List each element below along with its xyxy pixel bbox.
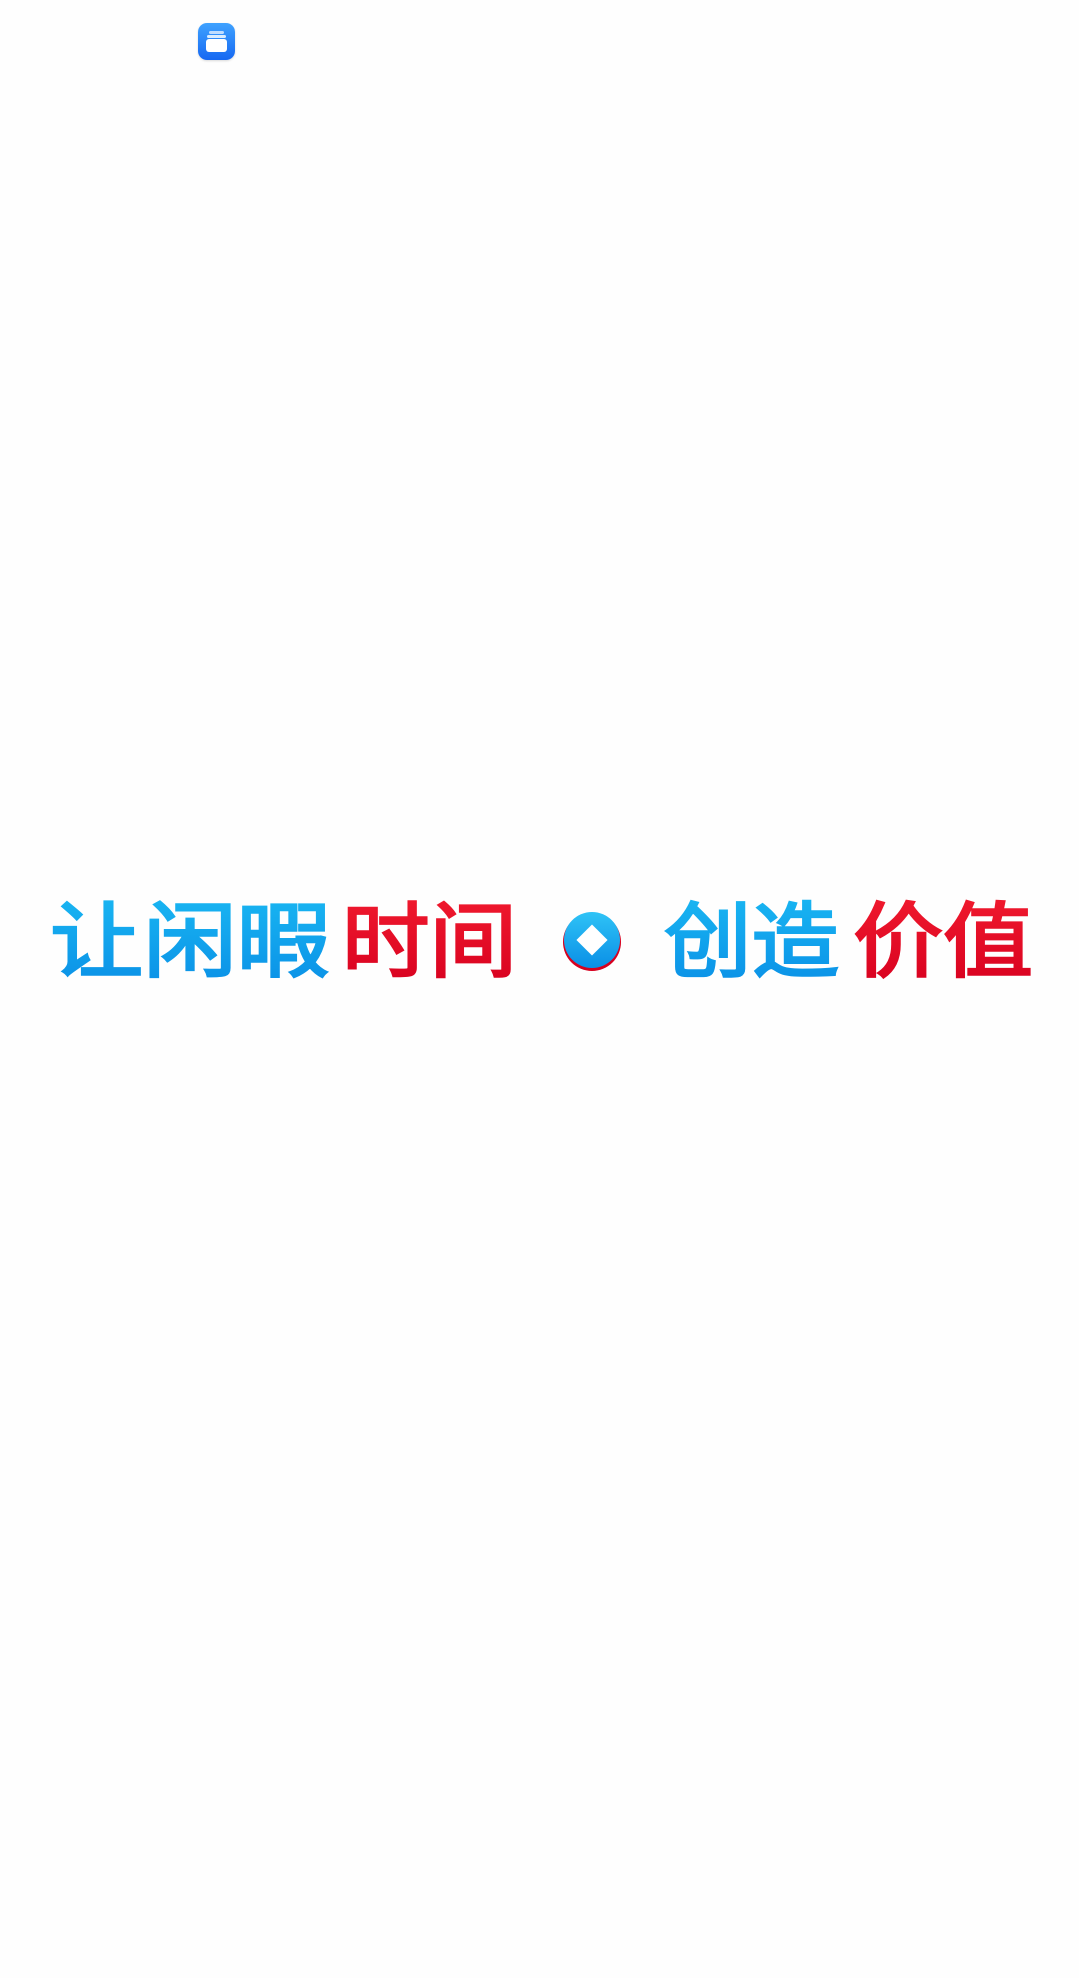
- stacked-cards-glyph: [206, 31, 227, 52]
- slogan-segment-2: 时间: [342, 894, 517, 988]
- slogan-segment-1: 让闲暇: [50, 894, 330, 988]
- slogan-segment-3: 创造: [663, 894, 839, 988]
- stacked-cards-app-icon: [198, 23, 235, 60]
- slogan-segment-4: 价值: [853, 894, 1033, 988]
- diamond-badge-icon: [563, 912, 621, 971]
- splash-screen: 让闲暇 时间 创造 价值: [0, 0, 1079, 1978]
- slogan-banner: 让闲暇 时间 创造 价值: [50, 894, 1033, 988]
